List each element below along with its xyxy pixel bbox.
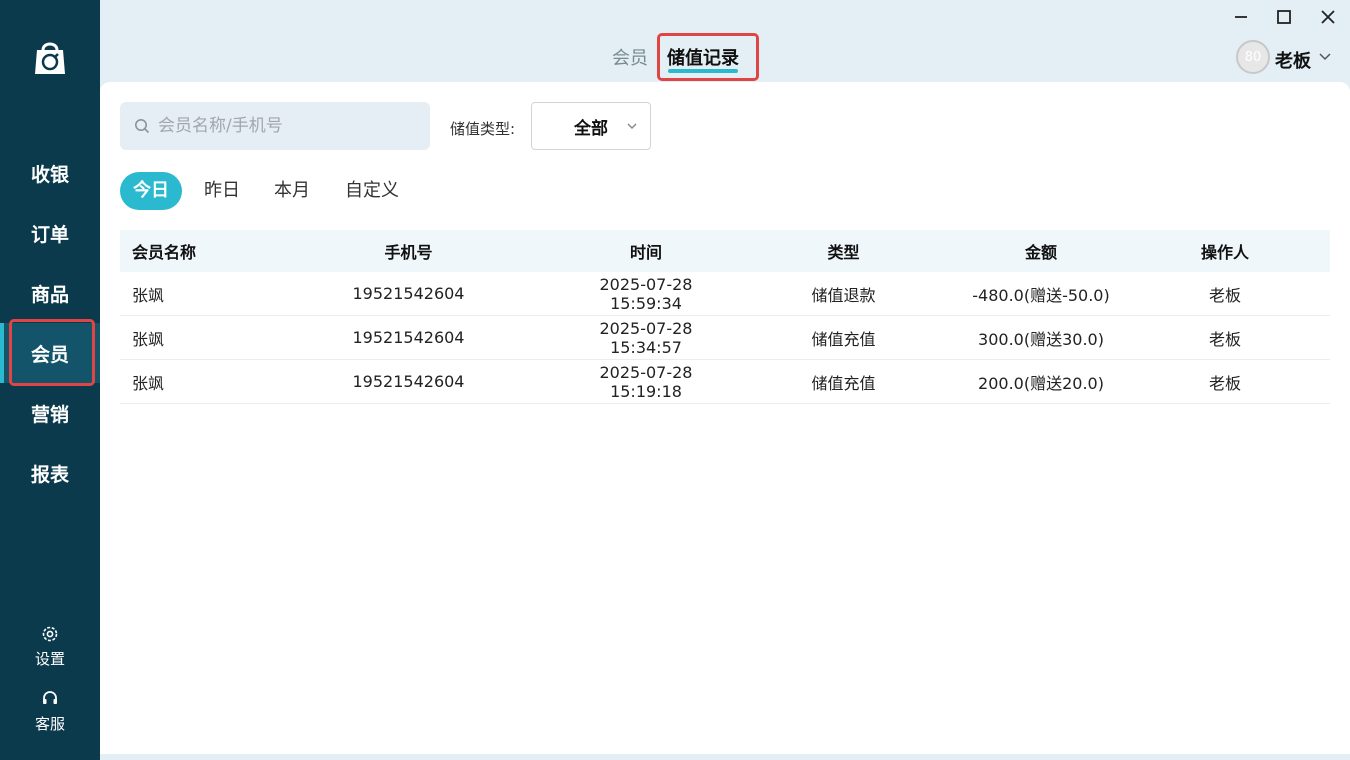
records-table: 会员名称 手机号 时间 类型 金额 操作人 张飒 19521542604 202… bbox=[120, 230, 1330, 404]
sidebar-item-label: 收银 bbox=[30, 163, 69, 186]
sidebar-item-label: 营销 bbox=[30, 403, 69, 426]
column-header-member-name: 会员名称 bbox=[132, 243, 197, 262]
gear-icon bbox=[42, 626, 58, 642]
cell-time: 2025-07-28 15:34:57 bbox=[599, 318, 693, 357]
cell-phone: 19521542604 bbox=[352, 328, 465, 347]
search-icon bbox=[135, 119, 150, 134]
chevron-down-icon bbox=[627, 123, 637, 129]
cell-type: 储值充值 bbox=[811, 329, 876, 349]
sidebar-item-cashier[interactable]: 收银 bbox=[0, 143, 100, 203]
tab-custom[interactable]: 自定义 bbox=[332, 172, 412, 210]
cell-phone: 19521542604 bbox=[352, 372, 465, 391]
sidebar-item-label: 订单 bbox=[30, 223, 69, 246]
type-filter-label: 储值类型: bbox=[450, 120, 516, 138]
cell-member-name: 张飒 bbox=[132, 285, 165, 305]
column-header-type: 类型 bbox=[827, 243, 860, 262]
chevron-down-icon[interactable] bbox=[1318, 50, 1332, 64]
column-header-time: 时间 bbox=[629, 243, 662, 262]
avatar[interactable]: 80 bbox=[1236, 40, 1270, 74]
cell-time: 2025-07-28 15:59:34 bbox=[599, 274, 693, 313]
sidebar-item-members[interactable]: 会员 bbox=[0, 323, 100, 383]
cell-operator: 老板 bbox=[1208, 373, 1241, 393]
cell-amount: -480.0(赠送-50.0) bbox=[972, 285, 1110, 305]
service-label: 客服 bbox=[34, 715, 65, 733]
table-row[interactable]: 张飒 19521542604 2025-07-28 15:19:18 储值充值 … bbox=[120, 360, 1330, 404]
settings-label: 设置 bbox=[34, 650, 65, 668]
cell-member-name: 张飒 bbox=[132, 329, 165, 349]
table-row[interactable]: 张飒 19521542604 2025-07-28 15:34:57 储值充值 … bbox=[120, 316, 1330, 360]
user-name[interactable]: 老板 bbox=[1275, 47, 1311, 73]
tab-stored-value-records[interactable]: 储值记录 bbox=[667, 44, 739, 70]
sidebar-item-orders[interactable]: 订单 bbox=[0, 203, 100, 263]
sidebar: 收银 订单 商品 会员 营销 报表 设置 客服 bbox=[0, 0, 100, 760]
cell-operator: 老板 bbox=[1208, 329, 1241, 349]
column-header-operator: 操作人 bbox=[1200, 243, 1249, 262]
tab-yesterday[interactable]: 昨日 bbox=[191, 172, 253, 210]
sidebar-item-reports[interactable]: 报表 bbox=[0, 443, 100, 503]
type-select-value: 全部 bbox=[574, 118, 608, 139]
minimize-icon[interactable] bbox=[1230, 6, 1252, 28]
cell-type: 储值退款 bbox=[811, 285, 876, 305]
sidebar-item-marketing[interactable]: 营销 bbox=[0, 383, 100, 443]
sidebar-item-label: 会员 bbox=[30, 343, 69, 366]
customer-service-button[interactable]: 客服 bbox=[0, 689, 100, 734]
column-header-phone: 手机号 bbox=[384, 243, 433, 262]
tab-this-month[interactable]: 本月 bbox=[261, 172, 323, 210]
cell-time: 2025-07-28 15:19:18 bbox=[599, 362, 693, 401]
app-logo-icon bbox=[35, 42, 65, 74]
cell-phone: 19521542604 bbox=[352, 284, 465, 303]
headset-icon bbox=[43, 691, 57, 704]
maximize-icon[interactable] bbox=[1273, 6, 1295, 28]
search-box[interactable] bbox=[120, 102, 430, 150]
column-header-amount: 金额 bbox=[1024, 243, 1057, 262]
settings-button[interactable]: 设置 bbox=[0, 624, 100, 669]
cell-type: 储值充值 bbox=[811, 373, 876, 393]
main-panel: 储值类型: 全部 今日 昨日 本月 自定义 会员名称 手机号 时间 类型 金额 … bbox=[100, 82, 1350, 754]
cell-operator: 老板 bbox=[1208, 285, 1241, 305]
sidebar-item-products[interactable]: 商品 bbox=[0, 263, 100, 323]
cell-member-name: 张飒 bbox=[132, 373, 165, 393]
table-header: 会员名称 手机号 时间 类型 金额 操作人 bbox=[120, 230, 1330, 272]
active-tab-indicator bbox=[668, 69, 738, 73]
cell-amount: 200.0(赠送20.0) bbox=[978, 373, 1104, 393]
app-window: 收银 订单 商品 会员 营销 报表 设置 客服 会员 储值记录 80 老板 会员… bbox=[0, 0, 1350, 760]
search-input[interactable] bbox=[158, 116, 418, 136]
type-select[interactable]: 全部 bbox=[531, 102, 651, 150]
sidebar-item-label: 报表 bbox=[30, 463, 69, 486]
sidebar-item-label: 商品 bbox=[30, 283, 69, 306]
close-icon[interactable] bbox=[1317, 6, 1339, 28]
cell-amount: 300.0(赠送30.0) bbox=[978, 329, 1104, 349]
tab-today[interactable]: 今日 bbox=[120, 172, 182, 210]
tab-members[interactable]: 会员 bbox=[612, 44, 648, 70]
table-row[interactable]: 张飒 19521542604 2025-07-28 15:59:34 储值退款 … bbox=[120, 272, 1330, 316]
